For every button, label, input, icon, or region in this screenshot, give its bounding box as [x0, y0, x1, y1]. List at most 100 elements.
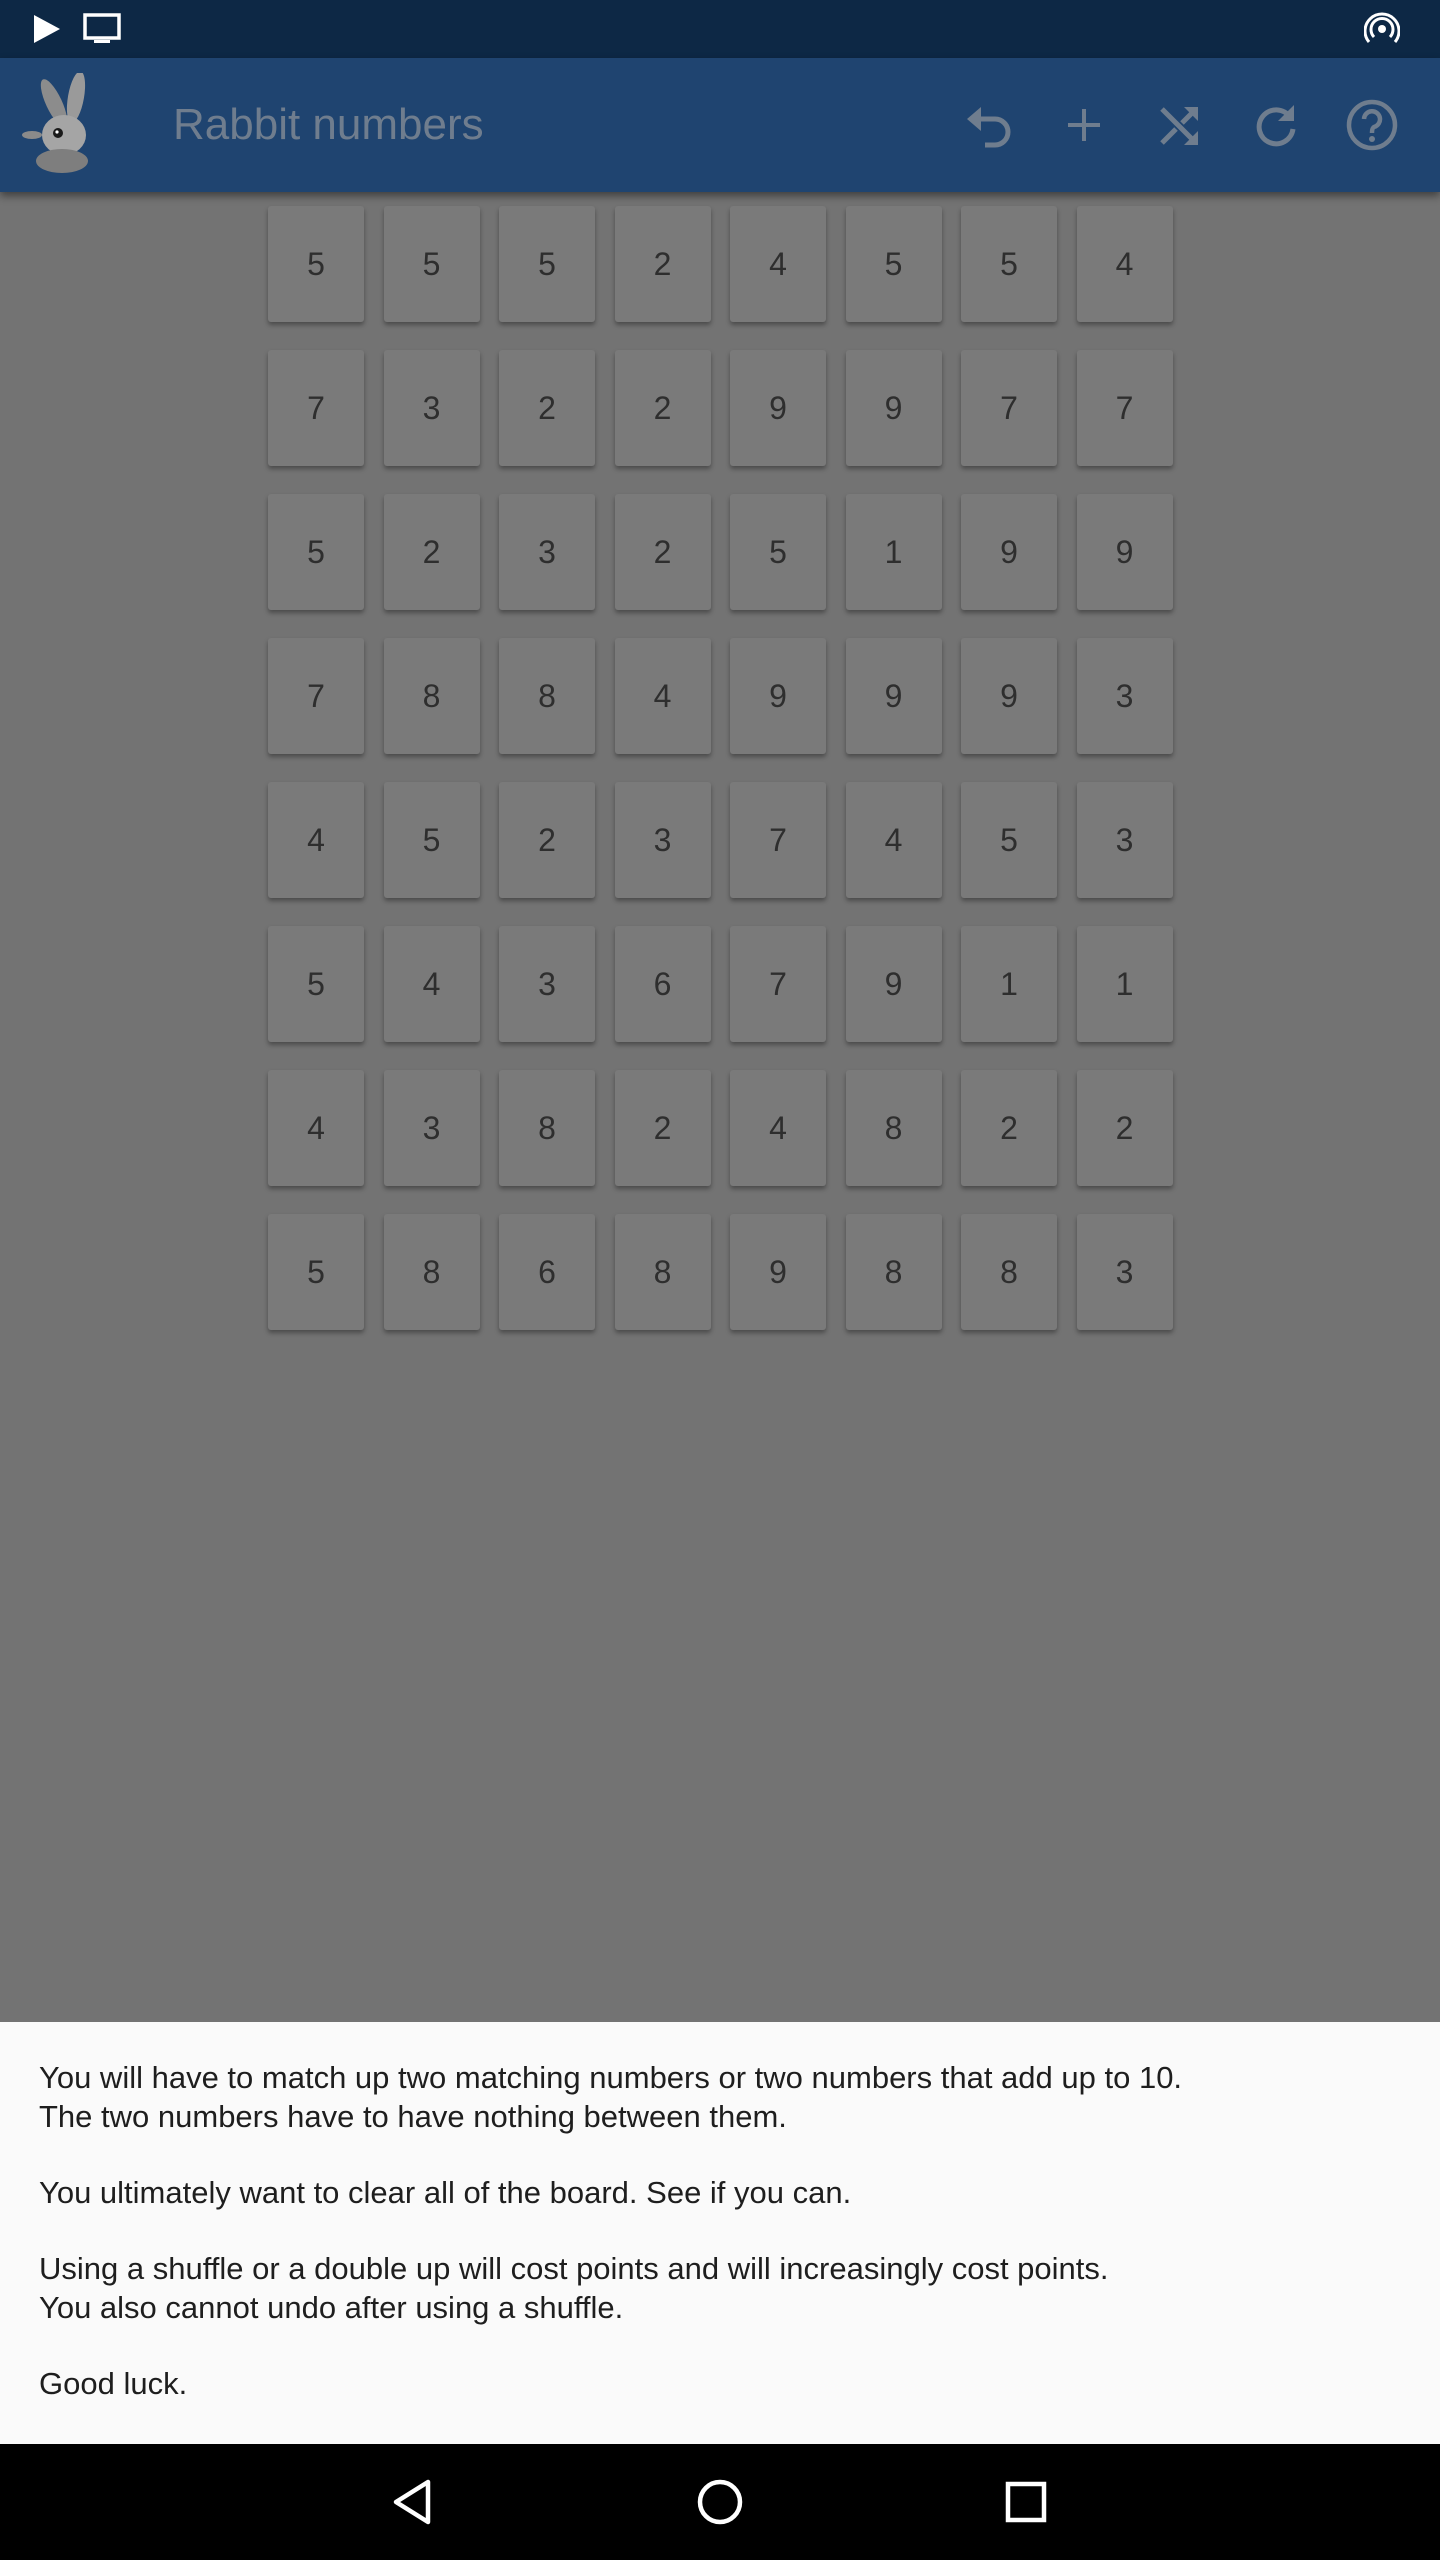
number-tile[interactable]: 8 [383, 1214, 480, 1330]
number-tile[interactable]: 2 [1076, 1070, 1173, 1186]
refresh-button[interactable] [1239, 88, 1313, 162]
number-tile[interactable]: 5 [383, 782, 480, 898]
help-line: The two numbers have to have nothing bet… [39, 2099, 787, 2134]
help-line: Using a shuffle or a double up will cost… [39, 2251, 1109, 2286]
number-tile[interactable]: 4 [730, 206, 826, 322]
number-tile[interactable]: 4 [845, 782, 942, 898]
help-line: You also cannot undo after using a shuff… [39, 2290, 624, 2325]
number-tile[interactable]: 9 [845, 926, 942, 1042]
number-tile[interactable]: 5 [383, 206, 480, 322]
number-tile[interactable]: 8 [845, 1070, 942, 1186]
back-button[interactable] [374, 2462, 454, 2542]
number-tile[interactable]: 4 [614, 638, 711, 754]
app-title: Rabbit numbers [173, 100, 484, 149]
number-tile[interactable]: 5 [730, 494, 826, 610]
number-tile[interactable]: 3 [614, 782, 711, 898]
help-line: You ultimately want to clear all of the … [39, 2175, 852, 2210]
help-line: You will have to match up two matching n… [39, 2060, 1183, 2095]
number-tile[interactable]: 1 [845, 494, 942, 610]
cast-screen-icon [80, 0, 124, 58]
number-tile[interactable]: 7 [268, 350, 364, 466]
help-paragraph: You will have to match up two matching n… [39, 2058, 1399, 2136]
back-icon [393, 2479, 431, 2525]
help-line: Good luck. [39, 2366, 188, 2401]
number-tile[interactable]: 4 [383, 926, 480, 1042]
hotspot-icon [1360, 0, 1404, 58]
refresh-icon [1256, 105, 1296, 147]
help-sheet[interactable]: You will have to match up two matching n… [0, 2022, 1440, 2444]
number-tile[interactable]: 8 [845, 1214, 942, 1330]
number-tile[interactable]: 6 [614, 926, 711, 1042]
number-tile[interactable]: 3 [1076, 782, 1173, 898]
number-tile[interactable]: 2 [383, 494, 480, 610]
undo-button[interactable] [952, 88, 1026, 162]
number-tile[interactable]: 3 [383, 1070, 480, 1186]
number-tile[interactable]: 2 [614, 350, 711, 466]
number-tile[interactable]: 7 [1076, 350, 1173, 466]
number-tile[interactable]: 3 [499, 926, 595, 1042]
number-tile[interactable]: 7 [268, 638, 364, 754]
number-tile[interactable]: 9 [845, 350, 942, 466]
help-icon [1346, 99, 1398, 151]
number-tile[interactable]: 4 [730, 1070, 826, 1186]
number-tile[interactable]: 2 [499, 350, 595, 466]
number-tile[interactable]: 5 [268, 926, 364, 1042]
number-tile[interactable]: 4 [268, 1070, 364, 1186]
number-tile[interactable]: 5 [268, 494, 364, 610]
number-tile[interactable]: 5 [845, 206, 942, 322]
number-tile[interactable]: 3 [1076, 638, 1173, 754]
number-tile[interactable]: 9 [730, 350, 826, 466]
number-tile[interactable]: 7 [961, 350, 1057, 466]
shuffle-button[interactable] [1143, 88, 1217, 162]
help-button[interactable] [1335, 88, 1409, 162]
recents-button[interactable] [986, 2462, 1066, 2542]
number-tile[interactable]: 9 [730, 638, 826, 754]
number-tile[interactable]: 9 [730, 1214, 826, 1330]
navigation-bar [0, 2444, 1440, 2560]
number-tile[interactable]: 2 [961, 1070, 1057, 1186]
number-tile[interactable]: 9 [961, 638, 1057, 754]
number-tile[interactable]: 1 [1076, 926, 1173, 1042]
number-tile[interactable]: 4 [1076, 206, 1173, 322]
help-paragraph: You ultimately want to clear all of the … [39, 2173, 1399, 2212]
help-paragraph: Using a shuffle or a double up will cost… [39, 2249, 1399, 2327]
add-button[interactable] [1047, 88, 1121, 162]
number-tile[interactable]: 2 [614, 1070, 711, 1186]
number-tile[interactable]: 9 [1076, 494, 1173, 610]
number-tile[interactable]: 4 [268, 782, 364, 898]
number-tile[interactable]: 8 [961, 1214, 1057, 1330]
number-tile[interactable]: 3 [383, 350, 480, 466]
number-tile[interactable]: 2 [499, 782, 595, 898]
home-button[interactable] [680, 2462, 760, 2542]
number-tile[interactable]: 7 [730, 926, 826, 1042]
number-tile[interactable]: 5 [268, 1214, 364, 1330]
number-tile[interactable]: 8 [614, 1214, 711, 1330]
number-tile[interactable]: 1 [961, 926, 1057, 1042]
recents-icon [1005, 2481, 1047, 2523]
number-tile[interactable]: 3 [1076, 1214, 1173, 1330]
play-icon [24, 0, 68, 58]
number-tile[interactable]: 8 [499, 1070, 595, 1186]
number-tile[interactable]: 5 [268, 206, 364, 322]
number-tile[interactable]: 7 [730, 782, 826, 898]
help-paragraph: Good luck. [39, 2364, 1399, 2403]
app-bar: Rabbit numbers [0, 58, 1440, 192]
add-icon [1068, 109, 1100, 141]
game-board: 5552455473229977523251997884999345237453… [0, 192, 1440, 2022]
number-tile[interactable]: 2 [614, 206, 711, 322]
undo-icon [967, 107, 1011, 148]
number-tile[interactable]: 2 [614, 494, 711, 610]
number-tile[interactable]: 9 [845, 638, 942, 754]
number-tile[interactable]: 5 [961, 782, 1057, 898]
number-tile[interactable]: 3 [499, 494, 595, 610]
number-tile[interactable]: 5 [961, 206, 1057, 322]
number-grid: 5552455473229977523251997884999345237453… [268, 206, 1173, 1330]
number-tile[interactable]: 5 [499, 206, 595, 322]
home-icon [697, 2479, 743, 2525]
number-tile[interactable]: 9 [961, 494, 1057, 610]
rabbit-logo [14, 71, 118, 177]
number-tile[interactable]: 6 [499, 1214, 595, 1330]
number-tile[interactable]: 8 [383, 638, 480, 754]
help-text: You will have to match up two matching n… [39, 2058, 1399, 2440]
number-tile[interactable]: 8 [499, 638, 595, 754]
